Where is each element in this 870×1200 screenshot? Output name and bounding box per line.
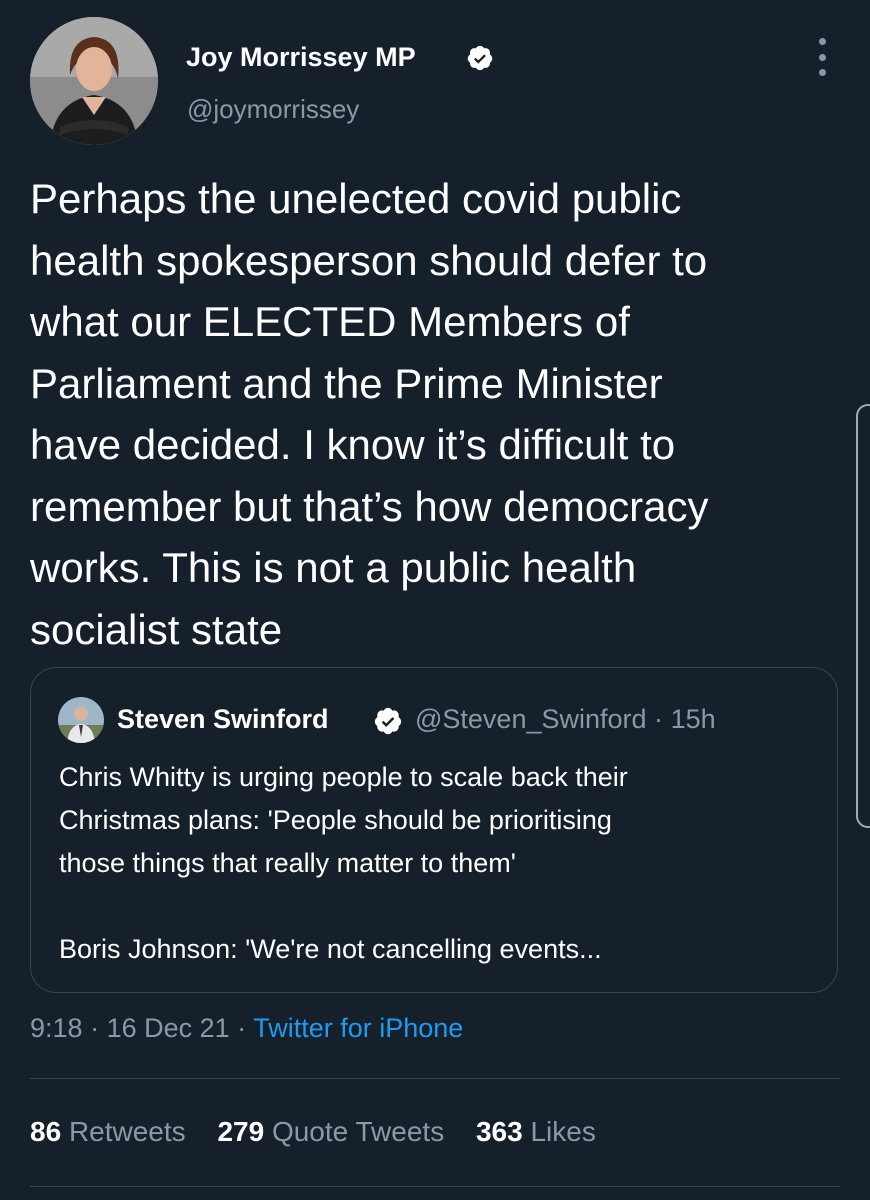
- quoted-text-line: Chris Whitty is urging people to scale b…: [59, 762, 628, 792]
- likes-label: Likes: [530, 1116, 596, 1147]
- quoted-tweet-text: Chris Whitty is urging people to scale b…: [59, 756, 819, 971]
- quote-tweets-label: Quote Tweets: [271, 1116, 445, 1147]
- quoted-author-handle[interactable]: @Steven_Swinford: [415, 704, 647, 734]
- quote-tweets-stat[interactable]: 279 Quote Tweets: [217, 1116, 444, 1148]
- verified-badge-icon: [374, 707, 402, 735]
- retweets-label: Retweets: [68, 1116, 186, 1147]
- tweet-text-line: Parliament and the Prime Minister: [30, 359, 663, 407]
- quoted-author-name[interactable]: Steven Swinford: [117, 704, 329, 735]
- quoted-tweet-meta: @Steven_Swinford · 15h: [415, 704, 716, 735]
- tweet-text-line: socialist state: [30, 605, 283, 653]
- scrollbar-thumb[interactable]: [856, 404, 870, 828]
- verified-badge-icon: [467, 45, 493, 71]
- likes-stat[interactable]: 363 Likes: [476, 1116, 596, 1148]
- divider: [30, 1078, 840, 1079]
- retweets-count: 86: [30, 1116, 62, 1147]
- quoted-author-avatar[interactable]: [58, 697, 104, 743]
- tweet-text-line: have decided. I know it’s difficult to: [30, 421, 676, 468]
- likes-count: 363: [475, 1116, 523, 1147]
- quoted-text-line: [59, 885, 819, 928]
- engagement-stats: 86 Retweets 279 Quote Tweets 363 Likes: [30, 1116, 620, 1148]
- more-vertical-icon[interactable]: [812, 38, 832, 76]
- tweet-timestamp: 9:18 · 16 Dec 21 · Twitter for iPhone: [30, 1013, 463, 1044]
- quoted-text-line: Boris Johnson: 'We're not cancelling eve…: [59, 934, 602, 964]
- tweet-text-line: Perhaps the unelected covid public: [30, 175, 682, 222]
- retweets-stat[interactable]: 86 Retweets: [30, 1116, 186, 1148]
- meta-separator: ·: [237, 1013, 247, 1043]
- meta-separator: ·: [654, 704, 664, 734]
- tweet-text-line: works. This is not a public health: [30, 544, 637, 591]
- tweet-source-link[interactable]: Twitter for iPhone: [253, 1013, 463, 1043]
- more-dot: [818, 69, 826, 76]
- tweet-detail: Joy Morrissey MP @joymorrissey Perhaps t…: [0, 0, 870, 1200]
- tweet-time[interactable]: 9:18: [30, 1013, 83, 1043]
- more-dot: [818, 53, 826, 61]
- quoted-text-line: Christmas plans: 'People should be prior…: [59, 805, 612, 835]
- quote-tweets-count: 279: [217, 1116, 265, 1147]
- meta-separator: ·: [90, 1013, 100, 1043]
- more-dot: [818, 38, 826, 45]
- author-handle[interactable]: @joymorrissey: [187, 94, 359, 125]
- tweet-date[interactable]: 16 Dec 21: [107, 1013, 230, 1043]
- tweet-text-line: health spokesperson should defer to: [30, 236, 708, 284]
- tweet-text-line: remember but that’s how democracy: [30, 482, 709, 530]
- author-avatar[interactable]: [30, 17, 158, 145]
- divider: [30, 1186, 840, 1187]
- author-name[interactable]: Joy Morrissey MP: [186, 42, 416, 73]
- quoted-tweet-card[interactable]: Steven Swinford @Steven_Swinford · 15h C…: [30, 667, 838, 993]
- quoted-text-line: those things that really matter to them': [59, 848, 516, 878]
- quoted-tweet-time[interactable]: 15h: [671, 704, 716, 734]
- tweet-text-line: what our ELECTED Members of: [30, 298, 630, 345]
- tweet-text: Perhaps the unelected covid public healt…: [30, 168, 830, 660]
